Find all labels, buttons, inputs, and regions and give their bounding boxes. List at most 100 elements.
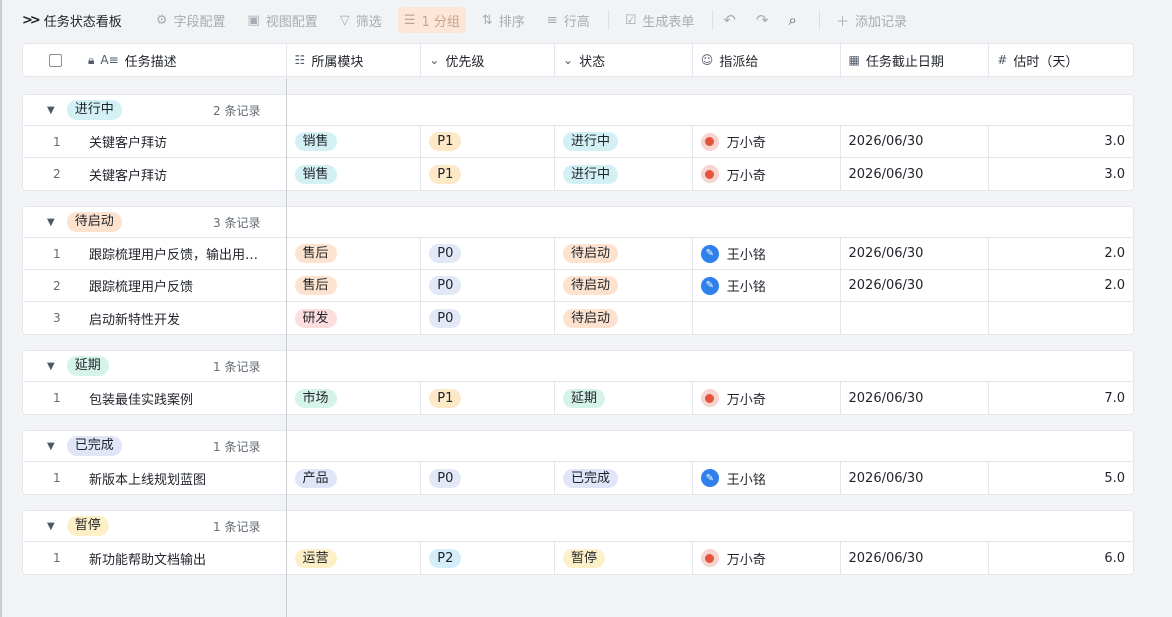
estimate-cell[interactable]: 3.0 <box>989 126 1133 157</box>
status-cell[interactable]: 暂停 <box>555 542 693 574</box>
view-config-button[interactable]: ▣ 视图配置 <box>241 7 323 33</box>
status-cell[interactable]: 待启动 <box>555 302 693 334</box>
table-row[interactable]: 2 跟踪梳理用户反馈 售后 P0 待启动 ✎ 王小铭 2026/06/30 2.0 <box>23 270 1133 302</box>
priority-cell[interactable]: P1 <box>421 382 556 414</box>
table-row[interactable]: 1 关键客户拜访 销售 P1 进行中 万小奇 2026/06/30 3.0 <box>23 126 1133 158</box>
group-button[interactable]: ☰ 1 分组 <box>397 7 466 33</box>
group-header[interactable]: ▼ 待启动 3 条记录 <box>23 207 1133 238</box>
estimate-cell[interactable]: 2.0 <box>989 238 1133 269</box>
assignee-cell[interactable]: ✎ 王小铭 <box>693 238 841 269</box>
header-task-desc[interactable]: 🔒︎ A≡ 任务描述 <box>23 44 287 76</box>
due-date-cell[interactable] <box>841 302 990 334</box>
due-date: 2026/06/30 <box>848 134 924 149</box>
task-desc-cell[interactable]: 1 新功能帮助文档输出 <box>23 542 287 574</box>
due-date-cell[interactable]: 2026/06/30 <box>841 158 990 190</box>
person-icon: ☺ <box>700 53 714 67</box>
estimate-cell[interactable]: 7.0 <box>989 382 1133 414</box>
select-all-checkbox[interactable] <box>49 53 62 67</box>
group-header[interactable]: ▼ 已完成 1 条记录 <box>23 431 1133 462</box>
assignee-cell[interactable] <box>693 302 841 334</box>
undo-icon[interactable]: ↶ <box>723 11 736 29</box>
priority-cell[interactable]: P2 <box>421 542 556 574</box>
table-row[interactable]: 1 跟踪梳理用户反馈，输出用… 售后 P0 待启动 ✎ 王小铭 2026/06/3… <box>23 238 1133 270</box>
module-cell[interactable]: 产品 <box>287 462 422 494</box>
task-desc-cell[interactable]: 2 关键客户拜访 <box>23 158 287 190</box>
table-row[interactable]: 3 启动新特性开发 研发 P0 待启动 <box>23 302 1133 334</box>
generate-form-button[interactable]: ☑ 生成表单 <box>619 7 701 33</box>
group-header[interactable]: ▼ 延期 1 条记录 <box>23 351 1133 382</box>
search-icon[interactable]: ⌕ <box>789 11 797 29</box>
estimate-cell[interactable]: 2.0 <box>989 270 1133 301</box>
estimate-cell[interactable] <box>989 302 1133 334</box>
assignee-cell[interactable]: 万小奇 <box>693 158 841 190</box>
table-row[interactable]: 1 新版本上线规划蓝图 产品 P0 已完成 ✎ 王小铭 2026/06/30 5.… <box>23 462 1133 494</box>
table-row[interactable]: 1 新功能帮助文档输出 运营 P2 暂停 万小奇 2026/06/30 6.0 <box>23 542 1133 574</box>
due-date-cell[interactable]: 2026/06/30 <box>841 382 990 414</box>
priority-cell[interactable]: P1 <box>421 126 556 157</box>
module-cell[interactable]: 研发 <box>287 302 422 334</box>
sort-button[interactable]: ⇅ 排序 <box>476 7 531 33</box>
assignee-cell[interactable]: 万小奇 <box>693 126 841 157</box>
due-date-cell[interactable]: 2026/06/30 <box>841 270 990 301</box>
due-date-cell[interactable]: 2026/06/30 <box>841 126 990 157</box>
task-desc-cell[interactable]: 1 新版本上线规划蓝图 <box>23 462 287 494</box>
chevron-down-icon[interactable]: ▼ <box>47 521 55 532</box>
header-estimate[interactable]: # 估时（天） <box>989 44 1133 76</box>
priority-cell[interactable]: P0 <box>421 302 556 334</box>
table-row[interactable]: 1 包装最佳实践案例 市场 P1 延期 万小奇 2026/06/30 7.0 <box>23 382 1133 414</box>
redo-icon[interactable]: ↷ <box>756 11 769 29</box>
chevron-down-icon[interactable]: ▼ <box>47 441 55 452</box>
add-record-button[interactable]: ＋ 添加记录 <box>830 7 913 33</box>
assignee-cell[interactable]: ✎ 王小铭 <box>693 270 841 301</box>
status-cell[interactable]: 已完成 <box>555 462 693 494</box>
header-priority[interactable]: ⌄ 优先级 <box>421 44 556 76</box>
header-status[interactable]: ⌄ 状态 <box>555 44 693 76</box>
module-cell[interactable]: 售后 <box>287 238 422 269</box>
record-group: ▼ 延期 1 条记录 1 包装最佳实践案例 市场 P1 延期 万小奇 2026/… <box>22 350 1134 415</box>
status-cell[interactable]: 待启动 <box>555 238 693 269</box>
module-tag: 销售 <box>294 132 337 151</box>
task-desc-cell[interactable]: 1 关键客户拜访 <box>23 126 287 157</box>
estimate-cell[interactable]: 5.0 <box>989 462 1133 494</box>
module-cell[interactable]: 运营 <box>287 542 422 574</box>
header-assignee[interactable]: ☺ 指派给 <box>693 44 841 76</box>
group-header[interactable]: ▼ 暂停 1 条记录 <box>23 511 1133 542</box>
assignee-cell[interactable]: 万小奇 <box>693 382 841 414</box>
group-header[interactable]: ▼ 进行中 2 条记录 <box>23 95 1133 126</box>
row-height-button[interactable]: ≡ 行高 <box>541 7 596 33</box>
module-cell[interactable]: 售后 <box>287 270 422 301</box>
expand-sidebar-icon[interactable]: >> <box>22 13 41 28</box>
status-cell[interactable]: 进行中 <box>555 158 693 190</box>
priority-cell[interactable]: P0 <box>421 270 556 301</box>
status-cell[interactable]: 待启动 <box>555 270 693 301</box>
assignee-cell[interactable]: ✎ 王小铭 <box>693 462 841 494</box>
module-cell[interactable]: 销售 <box>287 126 422 157</box>
priority-cell[interactable]: P0 <box>421 238 556 269</box>
task-desc-cell[interactable]: 1 包装最佳实践案例 <box>23 382 287 414</box>
due-date-cell[interactable]: 2026/06/30 <box>841 238 990 269</box>
status-cell[interactable]: 延期 <box>555 382 693 414</box>
estimate-cell[interactable]: 3.0 <box>989 158 1133 190</box>
header-module[interactable]: ☷ 所属模块 <box>287 44 422 76</box>
priority-cell[interactable]: P0 <box>421 462 556 494</box>
table-row[interactable]: 2 关键客户拜访 销售 P1 进行中 万小奇 2026/06/30 3.0 <box>23 158 1133 190</box>
chevron-down-icon[interactable]: ▼ <box>47 105 55 116</box>
filter-button[interactable]: ▽ 筛选 <box>334 7 388 33</box>
chevron-down-icon[interactable]: ▼ <box>47 217 55 228</box>
due-date-cell[interactable]: 2026/06/30 <box>841 542 990 574</box>
task-desc-cell[interactable]: 1 跟踪梳理用户反馈，输出用… <box>23 238 287 269</box>
status-cell[interactable]: 进行中 <box>555 126 693 157</box>
priority-cell[interactable]: P1 <box>421 158 556 190</box>
header-due-date[interactable]: ▦ 任务截止日期 <box>841 44 990 76</box>
module-cell[interactable]: 市场 <box>287 382 422 414</box>
avatar <box>700 389 719 407</box>
task-desc-cell[interactable]: 3 启动新特性开发 <box>23 302 287 334</box>
estimate-cell[interactable]: 6.0 <box>989 542 1133 574</box>
due-date-cell[interactable]: 2026/06/30 <box>841 462 990 494</box>
chevron-down-icon[interactable]: ▼ <box>47 361 55 372</box>
assignee-cell[interactable]: 万小奇 <box>693 542 841 574</box>
view-title[interactable]: >> 任务状态看板 <box>22 11 122 30</box>
field-config-button[interactable]: ⚙ 字段配置 <box>150 7 232 33</box>
module-cell[interactable]: 销售 <box>287 158 422 190</box>
task-desc-cell[interactable]: 2 跟踪梳理用户反馈 <box>23 270 287 301</box>
